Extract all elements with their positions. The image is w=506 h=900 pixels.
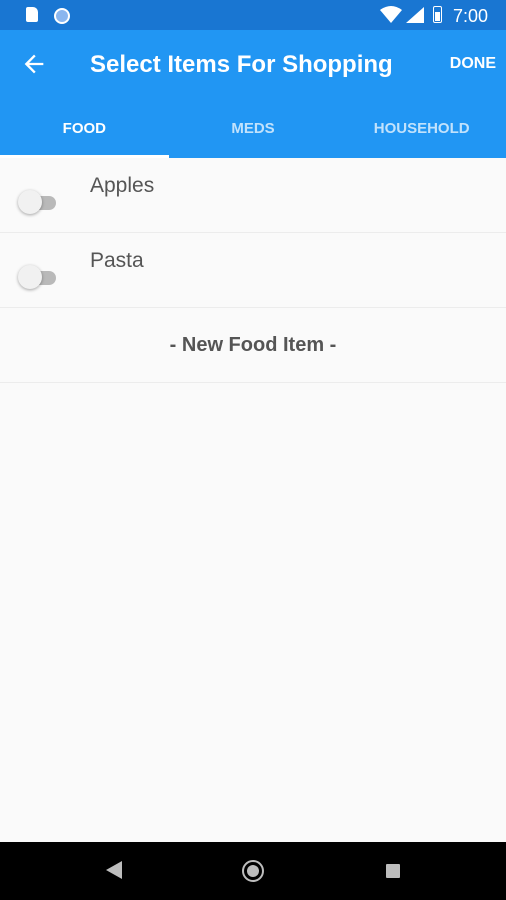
item-toggle-switch[interactable] xyxy=(18,265,56,289)
system-nav-bar xyxy=(0,842,506,900)
arrow-back-icon[interactable] xyxy=(20,50,48,78)
item-toggle-switch[interactable] xyxy=(18,190,56,214)
status-time: 7:00 xyxy=(453,6,489,26)
done-button[interactable]: DONE xyxy=(450,55,496,73)
nav-recents-icon[interactable] xyxy=(386,864,400,878)
wifi-icon xyxy=(380,6,402,23)
sync-icon xyxy=(54,8,70,24)
battery-icon xyxy=(433,6,442,23)
list-item: Apples xyxy=(0,158,506,233)
status-bar: 7:00 xyxy=(0,0,506,30)
nav-home-icon[interactable] xyxy=(242,860,264,882)
list-item: Pasta xyxy=(0,233,506,308)
item-label: Pasta xyxy=(90,249,144,272)
tab-meds[interactable]: MEDS xyxy=(169,102,338,158)
tab-household[interactable]: HOUSEHOLD xyxy=(337,102,506,158)
sd-card-icon xyxy=(26,7,38,22)
shopping-item-list: Apples Pasta - New Food Item - xyxy=(0,158,506,383)
item-label: Apples xyxy=(90,174,155,197)
new-food-item-button[interactable]: - New Food Item - xyxy=(0,308,506,383)
switch-thumb xyxy=(18,190,42,214)
tab-bar: FOOD MEDS HOUSEHOLD xyxy=(0,102,506,158)
page-title: Select Items For Shopping xyxy=(90,51,393,78)
switch-thumb xyxy=(18,265,42,289)
app-bar: Select Items For Shopping DONE FOOD MEDS… xyxy=(0,30,506,158)
signal-icon xyxy=(406,7,424,23)
tab-food[interactable]: FOOD xyxy=(0,102,169,158)
nav-back-icon[interactable] xyxy=(106,861,122,879)
